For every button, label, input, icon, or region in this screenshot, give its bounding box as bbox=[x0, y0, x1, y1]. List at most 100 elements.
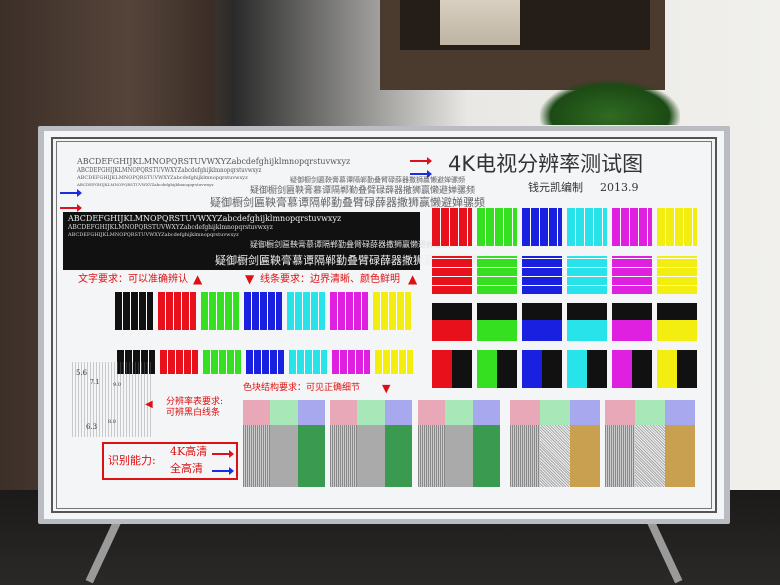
cyan-black-split bbox=[567, 303, 607, 341]
grey-check-block bbox=[330, 425, 358, 487]
grey-block bbox=[270, 425, 298, 487]
blue-arrow-icon bbox=[60, 189, 82, 197]
res-number: 6.3 bbox=[86, 423, 98, 431]
red-vertical-lines bbox=[432, 208, 472, 246]
lavender-check-block bbox=[570, 400, 600, 425]
yellow-horizontal-lines bbox=[657, 256, 697, 294]
cjk-text-line: 疑御橱剑匾鞅膏慕谭隔郸勤叠臂碌薛器撒狮赢懒避婵骡频 bbox=[290, 176, 465, 184]
mint-check-block bbox=[540, 400, 570, 425]
red-arrow-icon bbox=[60, 204, 82, 212]
chart-author: 钱元凯编制 bbox=[528, 181, 583, 194]
green-vertical-lines bbox=[477, 208, 517, 246]
latin-text-line: ABCDEFGHIJKLMNOPQRSTUVWXYZabcdefghijklmn… bbox=[68, 214, 342, 223]
resolution-requirement: 可辨黑白线条 bbox=[166, 408, 221, 418]
lavender-check-block bbox=[665, 400, 695, 425]
books bbox=[440, 0, 520, 45]
red-arrow-icon bbox=[410, 157, 432, 165]
black-line-bar bbox=[115, 292, 153, 330]
mint-check-block bbox=[270, 400, 298, 425]
triangle-up-icon: ▲ bbox=[408, 272, 418, 286]
cjk-text-line: 疑御橱剑匾鞅膏慕谭隔郸勤叠臂碌薛器撒狮赢懒避婵骡频 bbox=[210, 196, 485, 209]
blue-arrow-icon bbox=[212, 467, 234, 475]
green-line-bar bbox=[201, 292, 239, 330]
blue-vertical-lines bbox=[522, 208, 562, 246]
grey-block bbox=[445, 425, 473, 487]
pink-check-block bbox=[605, 400, 635, 425]
green-black-mix bbox=[477, 350, 517, 388]
magenta-horizontal-lines bbox=[612, 256, 652, 294]
grey-block bbox=[635, 425, 665, 487]
blue-line-bar bbox=[246, 350, 284, 374]
cyan-line-bar bbox=[289, 350, 327, 374]
res-number: 8.0 bbox=[108, 419, 116, 425]
triangle-up-icon: ▲ bbox=[193, 272, 203, 286]
yellow-black-split bbox=[657, 303, 697, 341]
chart-title: 4K电视分辨率测试图 bbox=[448, 152, 644, 176]
yellow-line-bar bbox=[375, 350, 413, 374]
shelf-interior bbox=[400, 0, 650, 50]
latin-text-line: ABCDEFGHIJKLMNOPQRSTUVWXYZabcdefghijklmn… bbox=[77, 175, 248, 181]
triangle-down-icon: ▼ bbox=[245, 272, 255, 286]
green-horizontal-lines bbox=[477, 256, 517, 294]
magenta-vertical-lines bbox=[612, 208, 652, 246]
latin-text-line: ABCDEFGHIJKLMNOPQRSTUVWXYZabcdefghijklmn… bbox=[68, 224, 273, 231]
pink-check-block bbox=[418, 400, 446, 425]
green-block bbox=[570, 425, 600, 487]
magenta-line-bar bbox=[332, 350, 370, 374]
lavender-check-block bbox=[472, 400, 500, 425]
cjk-text-line: 疑御橱剑匾鞅膏慕谭隔郸勤叠臂碌薛器撒狮赢懒避婵骡频 bbox=[250, 186, 476, 196]
blue-line-bar bbox=[244, 292, 282, 330]
mint-check-block bbox=[357, 400, 385, 425]
blue-horizontal-lines bbox=[522, 256, 562, 294]
red-line-bar bbox=[160, 350, 198, 374]
resolution-requirement: 分辨率表要求: bbox=[166, 397, 224, 407]
magenta-black-split bbox=[612, 303, 652, 341]
blue-black-mix bbox=[522, 350, 562, 388]
latin-text-line: ABCDEFGHIJKLMNOPQRSTUVWXYZabcdefghijklmn… bbox=[68, 232, 239, 238]
grey-check-block bbox=[243, 425, 271, 487]
cjk-text-line: 疑御橱剑匾鞅膏慕谭隔郸勤叠臂碌薛器撒狮赢懒避婵骡频 bbox=[250, 240, 450, 249]
pink-check-block bbox=[510, 400, 540, 425]
magenta-line-bar bbox=[330, 292, 368, 330]
pink-check-block bbox=[243, 400, 271, 425]
grey-block bbox=[540, 425, 570, 487]
red-black-split bbox=[432, 303, 472, 341]
green-line-bar bbox=[203, 350, 241, 374]
grey-check-block bbox=[605, 425, 635, 487]
triangle-down-icon: ▼ bbox=[382, 382, 391, 395]
res-number: 9.0 bbox=[113, 382, 121, 388]
plant bbox=[540, 80, 680, 125]
red-arrow-icon bbox=[212, 450, 234, 458]
red-line-bar bbox=[158, 292, 196, 330]
cyan-horizontal-lines bbox=[567, 256, 607, 294]
lavender-check-block bbox=[384, 400, 412, 425]
green-block bbox=[384, 425, 412, 487]
latin-text-line: ABCDEFGHIJKLMNOPQRSTUVWXYZabcdefghijklmn… bbox=[77, 182, 214, 187]
pink-check-block bbox=[330, 400, 358, 425]
grey-check-block bbox=[418, 425, 446, 487]
latin-text-line: ABCDEFGHIJKLMNOPQRSTUVWXYZabcdefghijklmn… bbox=[77, 167, 262, 174]
yellow-vertical-lines bbox=[657, 208, 697, 246]
green-black-split bbox=[477, 303, 517, 341]
mint-check-block bbox=[445, 400, 473, 425]
magenta-black-mix bbox=[612, 350, 652, 388]
cyan-line-bar bbox=[287, 292, 325, 330]
fhd-label: 全高清 bbox=[170, 462, 203, 475]
res-number: 5.6 bbox=[76, 369, 88, 377]
cyan-black-mix bbox=[567, 350, 607, 388]
yellow-line-bar bbox=[373, 292, 411, 330]
green-block bbox=[472, 425, 500, 487]
res-number: 7.1 bbox=[90, 379, 100, 386]
uhd-label: 4K高清 bbox=[170, 445, 208, 458]
chart-date: 2013.9 bbox=[600, 181, 639, 194]
block-requirement: 色块结构要求：可见正确细节 bbox=[243, 383, 361, 393]
grey-block bbox=[357, 425, 385, 487]
blue-arrow-icon bbox=[410, 170, 432, 178]
blue-black-split bbox=[522, 303, 562, 341]
mint-check-block bbox=[635, 400, 665, 425]
green-block bbox=[297, 425, 325, 487]
green-block bbox=[665, 425, 695, 487]
text-requirement: 文字要求：可以准确辨认 bbox=[78, 274, 188, 285]
red-horizontal-lines bbox=[432, 256, 472, 294]
latin-text-line: ABCDEFGHIJKLMNOPQRSTUVWXYZabcdefghijklmn… bbox=[77, 157, 351, 166]
